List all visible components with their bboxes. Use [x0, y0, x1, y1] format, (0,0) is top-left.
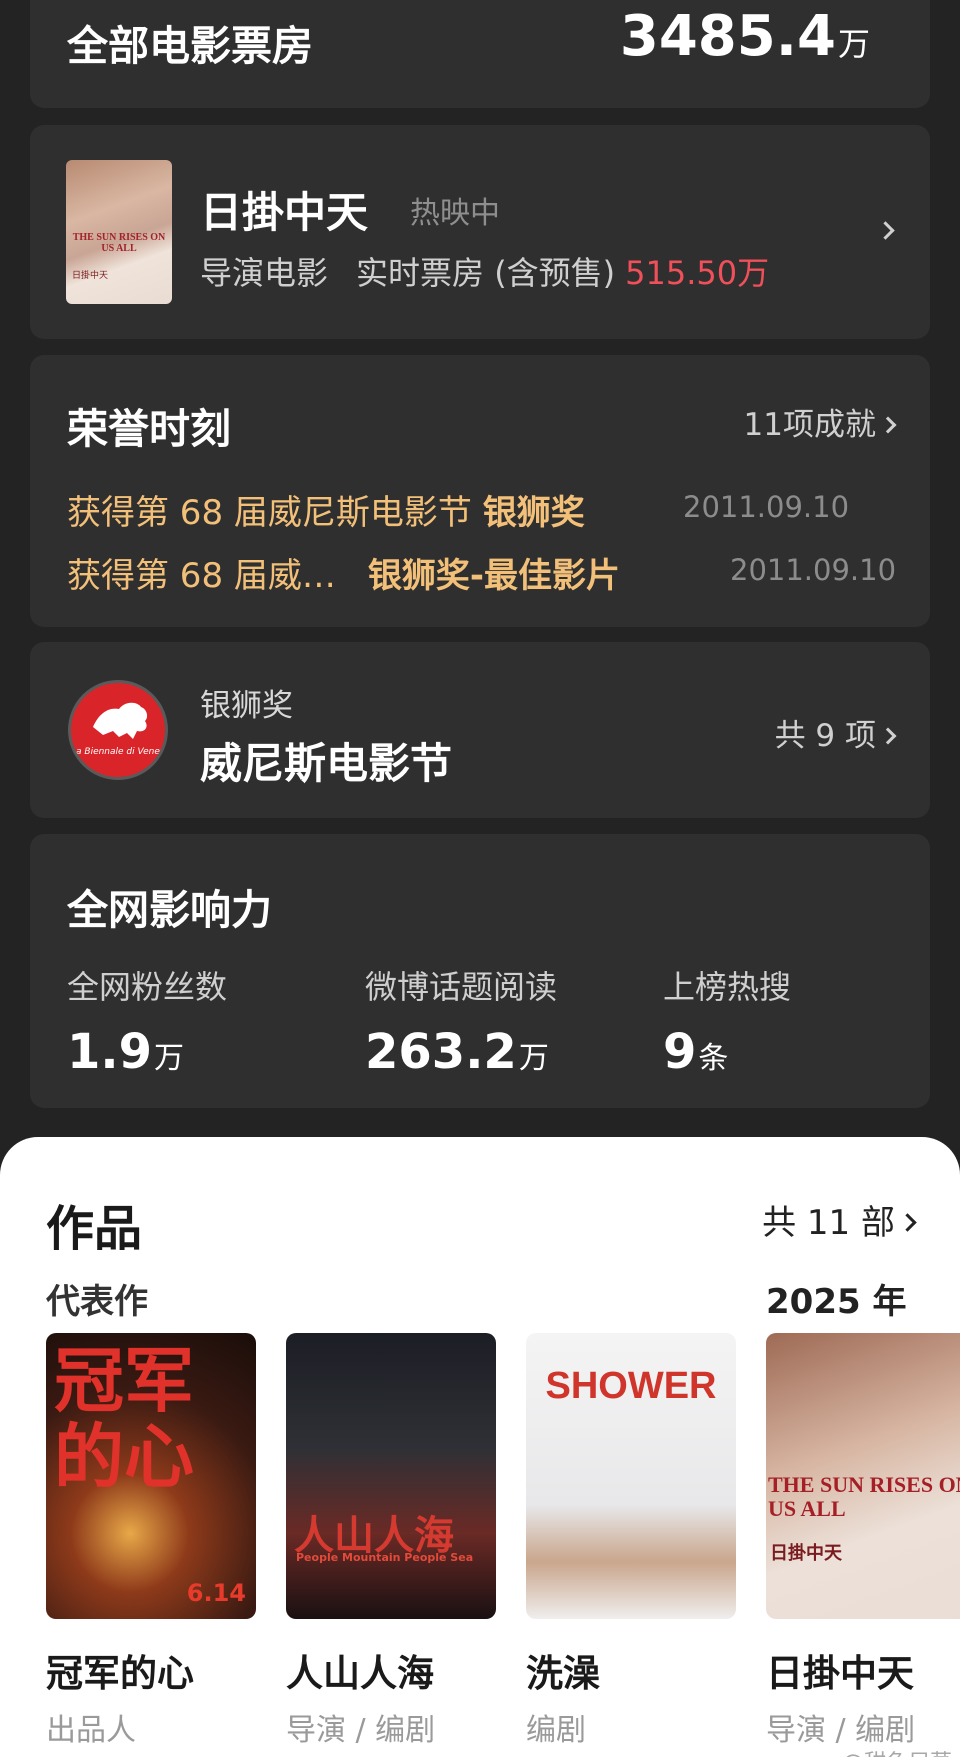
film-type: 导演电影 [200, 254, 329, 292]
works-subtitle: 代表作 [46, 1282, 148, 1322]
movie-title: 洗澡 [526, 1652, 600, 1695]
movie-role: 导演 / 编剧 [286, 1713, 436, 1748]
movie-poster[interactable]: THE SUN RISES ON US ALL 日掛中天 [766, 1333, 960, 1619]
box-office-card: 全部电影票房 3485.4万 [30, 0, 930, 108]
movie-poster[interactable]: 人山人海 People Mountain People Sea [286, 1333, 496, 1619]
honors-more-link[interactable]: 11项成就 [744, 399, 897, 444]
box-office-label: 全部电影票房 [67, 22, 313, 70]
works-year-label: 2025 年 [766, 1282, 907, 1322]
works-panel: 作品 共 11 部 代表作 2025 年 冠军的心 6.14 冠军的心 出品人 … [0, 1137, 960, 1757]
current-film-card[interactable]: THE SUN RISES ON US ALL 日掛中天 日掛中天 热映中 导演… [30, 125, 930, 339]
movie-card[interactable]: 冠军的心 6.14 冠军的心 出品人 [46, 1333, 256, 1749]
honors-card: 荣誉时刻 11项成就 获得第 68 届威尼斯电影节 银狮奖 2011.09.10… [30, 355, 930, 627]
honors-title: 荣誉时刻 [67, 405, 231, 453]
film-poster[interactable]: THE SUN RISES ON US ALL 日掛中天 [66, 160, 172, 304]
watermark: @甜鱼尼莫 [842, 1745, 952, 1757]
influence-title: 全网影响力 [67, 886, 272, 934]
box-office-value: 3485.4万 [619, 4, 870, 69]
chevron-right-icon [879, 416, 897, 433]
festival-card[interactable]: La Biennale di Venezia 银狮奖 威尼斯电影节 共 9 项 [30, 642, 930, 818]
film-status: 热映中 [410, 196, 500, 231]
festival-count-link[interactable]: 共 9 项 [775, 710, 897, 755]
movie-title: 日掛中天 [766, 1652, 914, 1695]
honor-item[interactable]: 获得第 68 届威… 银狮奖-最佳影片 2011.09.10 [67, 548, 896, 597]
honor-date: 2011.09.10 [730, 553, 897, 587]
chevron-right-icon [898, 1213, 917, 1232]
movie-role: 导演 / 编剧 [766, 1713, 916, 1748]
stat-weibo-reads: 微博话题阅读 263.2万 [365, 968, 558, 1080]
works-title: 作品 [46, 1201, 143, 1257]
festival-name: 威尼斯电影节 [200, 739, 453, 788]
stat-hot-search: 上榜热搜 9条 [663, 968, 792, 1080]
movie-poster[interactable]: 冠军的心 6.14 [46, 1333, 256, 1619]
movie-poster[interactable]: SHOWER [526, 1333, 736, 1619]
honor-date: 2011.09.10 [683, 490, 850, 524]
venice-lion-logo: La Biennale di Venezia [68, 680, 168, 780]
honor-item[interactable]: 获得第 68 届威尼斯电影节 银狮奖 2011.09.10 [67, 485, 849, 534]
festival-award: 银狮奖 [200, 688, 293, 724]
movie-title: 人山人海 [286, 1652, 434, 1695]
stat-fans: 全网粉丝数 1.9万 [67, 968, 228, 1080]
movie-card[interactable]: THE SUN RISES ON US ALL 日掛中天 日掛中天 导演 / 编… [766, 1333, 960, 1749]
movie-role: 编剧 [526, 1713, 586, 1748]
movie-card[interactable]: SHOWER 洗澡 编剧 [526, 1333, 736, 1749]
film-title: 日掛中天 [200, 188, 369, 237]
gross-label: 实时票房 (含预售) [356, 254, 616, 292]
chevron-right-icon [879, 727, 897, 744]
works-count-link[interactable]: 共 11 部 [762, 1195, 917, 1244]
gross-value: 515.50万 [625, 254, 770, 292]
movie-role: 出品人 [46, 1713, 136, 1748]
movie-card[interactable]: 人山人海 People Mountain People Sea 人山人海 导演 … [286, 1333, 496, 1749]
influence-card: 全网影响力 全网粉丝数 1.9万 微博话题阅读 263.2万 上榜热搜 9条 [30, 834, 930, 1108]
chevron-right-icon[interactable] [876, 220, 895, 240]
film-info: 导演电影 实时票房 (含预售) 515.50万 [200, 248, 769, 294]
movie-title: 冠军的心 [46, 1652, 194, 1695]
